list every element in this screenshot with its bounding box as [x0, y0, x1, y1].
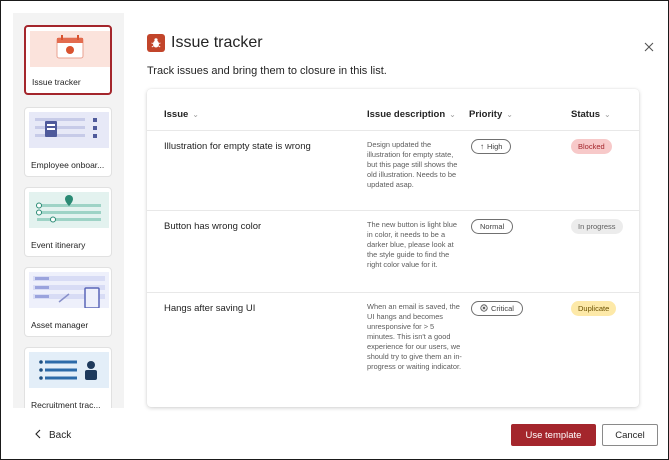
- column-header-status[interactable]: Status ⌄: [571, 109, 611, 120]
- chevron-down-icon: ⌄: [449, 110, 456, 119]
- priority-pill: ↑ High: [471, 139, 512, 154]
- chevron-left-icon: [35, 429, 41, 442]
- person-list-icon: [29, 352, 109, 388]
- dialog-subtitle: Track issues and bring them to closure i…: [147, 65, 387, 77]
- priority-pill: Normal: [471, 219, 514, 234]
- calendar-bug-icon: [30, 31, 110, 67]
- template-card-issue-tracker[interactable]: Issue tracker: [24, 25, 112, 95]
- issue-cell: Hangs after saving UI: [164, 303, 256, 314]
- status-badge: In progress: [571, 219, 623, 234]
- chevron-down-icon: ⌄: [506, 110, 513, 119]
- template-card-recruitment-tracker[interactable]: Recruitment trac...: [24, 347, 112, 408]
- error-circle-icon: [480, 303, 488, 314]
- list-preview: Issue ⌄ Issue description ⌄ Priority ⌄ Stat…: [147, 89, 639, 407]
- priority-pill: Critical: [471, 301, 523, 316]
- dialog-title: Issue tracker: [171, 34, 263, 51]
- chevron-down-icon: ⌄: [192, 110, 199, 119]
- issue-cell: Button has wrong color: [164, 221, 262, 232]
- template-label: Recruitment trac...: [31, 400, 101, 408]
- table-row[interactable]: Illustration for empty state is wrong De…: [147, 131, 639, 211]
- clipboard-icon: [29, 112, 109, 148]
- map-pin-icon: [29, 192, 109, 228]
- template-label: Event itinerary: [31, 240, 86, 250]
- cancel-button[interactable]: Cancel: [602, 424, 658, 446]
- template-card-asset-manager[interactable]: Asset manager: [24, 267, 112, 337]
- dialog: Issue tracker Employee onboar... Event i…: [0, 0, 669, 460]
- bug-icon: [147, 34, 165, 52]
- description-cell: When an email is saved, the UI hangs and…: [367, 302, 462, 371]
- table-row[interactable]: Button has wrong color The new button is…: [147, 211, 639, 293]
- device-icon: [29, 272, 109, 309]
- template-label: Employee onboar...: [31, 160, 105, 170]
- column-header-issue[interactable]: Issue ⌄: [164, 109, 199, 120]
- close-icon[interactable]: [644, 40, 654, 56]
- template-card-employee-onboarding[interactable]: Employee onboar...: [24, 107, 112, 177]
- column-header-priority[interactable]: Priority ⌄: [469, 109, 513, 120]
- column-header-issue-description[interactable]: Issue description ⌄: [367, 109, 456, 120]
- table-row[interactable]: Hangs after saving UI When an email is s…: [147, 293, 639, 407]
- arrow-up-icon: ↑: [480, 142, 484, 151]
- table-header: Issue ⌄ Issue description ⌄ Priority ⌄ Stat…: [147, 89, 639, 131]
- issue-cell: Illustration for empty state is wrong: [164, 141, 311, 152]
- back-label: Back: [49, 430, 72, 441]
- template-label: Asset manager: [31, 320, 89, 330]
- template-list[interactable]: Issue tracker Employee onboar... Event i…: [13, 13, 124, 408]
- status-badge: Duplicate: [571, 301, 617, 316]
- description-cell: Design updated the illustration for empt…: [367, 140, 458, 189]
- use-template-button[interactable]: Use template: [511, 424, 596, 446]
- description-cell: The new button is light blue in color, i…: [367, 220, 457, 269]
- template-card-event-itinerary[interactable]: Event itinerary: [24, 187, 112, 257]
- template-label: Issue tracker: [32, 77, 81, 87]
- chevron-down-icon: ⌄: [604, 110, 611, 119]
- status-badge: Blocked: [571, 139, 612, 154]
- back-button[interactable]: Back: [35, 429, 71, 442]
